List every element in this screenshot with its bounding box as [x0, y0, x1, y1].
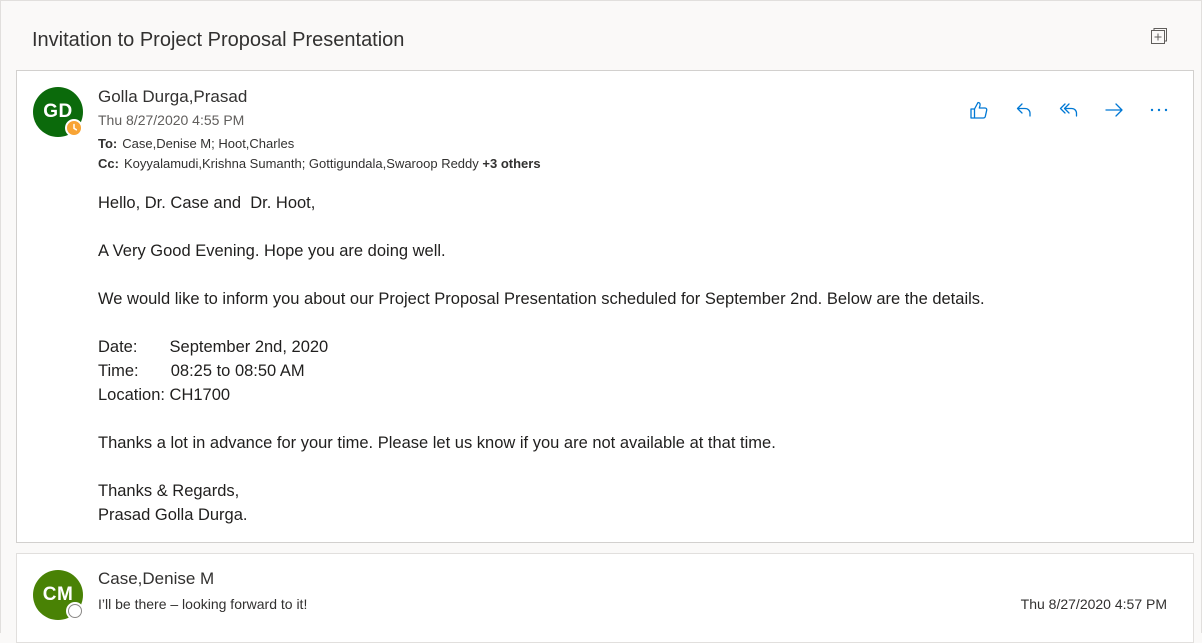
body-signature: Prasad Golla Durga.	[98, 506, 248, 524]
message-date: Thu 8/27/2020 4:57 PM	[1020, 596, 1167, 612]
more-icon	[1150, 108, 1168, 112]
message-preview: I’ll be there – looking forward to it!	[98, 596, 308, 612]
body-line: We would like to inform you about our Pr…	[98, 290, 985, 308]
presence-offline-icon	[66, 602, 84, 620]
body-closing: Thanks & Regards,	[98, 482, 240, 500]
body-line: Thanks a lot in advance for your time. P…	[98, 434, 776, 452]
reply-button[interactable]	[1012, 98, 1036, 122]
sender-name: Case,Denise M	[98, 569, 215, 588]
recipients-cc: Cc: Koyyalamudi,Krishna Sumanth; Gottigun…	[98, 156, 541, 171]
cc-more-link[interactable]: +3 others	[482, 156, 540, 171]
message-date: Thu 8/27/2020 4:55 PM	[98, 112, 245, 128]
reading-pane: Invitation to Project Proposal Presentat…	[0, 0, 1202, 643]
to-label: To:	[98, 136, 118, 151]
reply-all-button[interactable]	[1057, 98, 1081, 122]
to-recipients[interactable]: Case,Denise M; Hoot,Charles	[122, 136, 294, 151]
cc-recipients[interactable]: Koyyalamudi,Krishna Sumanth; Gottigundal…	[124, 156, 479, 171]
message-card-expanded: GD Golla Durga,Prasad Thu 8/27/2020 4:55…	[16, 70, 1194, 543]
message-body: Hello, Dr. Case and Dr. Hoot, A Very Goo…	[98, 191, 985, 527]
forward-icon	[1105, 103, 1123, 117]
recipients-to: To: Case,Denise M; Hoot,Charles	[98, 136, 294, 151]
open-in-new-window-icon[interactable]	[1149, 26, 1169, 46]
sender-name[interactable]: Golla Durga,Prasad	[98, 87, 247, 107]
message-card-collapsed[interactable]: CM Case,Denise M I’ll be there – looking…	[16, 553, 1194, 643]
cc-label: Cc:	[98, 156, 119, 171]
body-line: A Very Good Evening. Hope you are doing …	[98, 242, 446, 260]
more-actions-button[interactable]	[1147, 98, 1171, 122]
like-icon	[970, 101, 988, 119]
reply-all-icon	[1059, 103, 1078, 117]
body-greeting: Hello, Dr. Case and Dr. Hoot,	[98, 194, 316, 212]
body-location-line: Location: CH1700	[98, 386, 231, 404]
like-button[interactable]	[967, 98, 991, 122]
reply-icon	[1016, 103, 1031, 117]
body-date-line: Date: September 2nd, 2020	[98, 338, 329, 356]
avatar-initials: CM	[42, 584, 74, 605]
email-subject: Invitation to Project Proposal Presentat…	[32, 29, 405, 51]
message-actions	[967, 98, 1171, 122]
forward-button[interactable]	[1102, 98, 1126, 122]
presence-away-icon	[65, 119, 83, 137]
body-time-line: Time: 08:25 to 08:50 AM	[98, 362, 305, 380]
